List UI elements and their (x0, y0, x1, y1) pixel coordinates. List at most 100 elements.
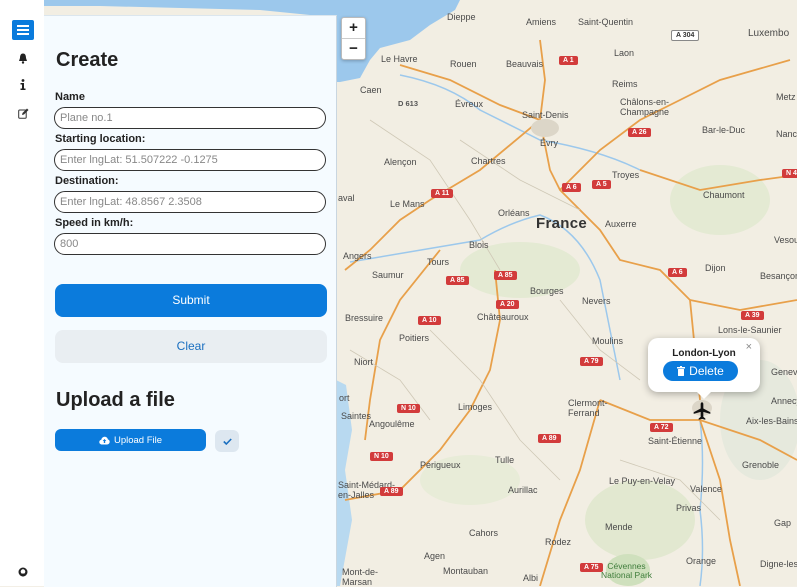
clear-button[interactable]: Clear (55, 330, 327, 363)
city-label: Saint-Quentin (578, 17, 634, 27)
city-label: Mont-de- Marsan (342, 567, 379, 587)
city-label: Rouen (450, 59, 477, 69)
upload-file-button[interactable]: Upload File (55, 429, 206, 451)
upload-file-label: Upload File (113, 434, 163, 446)
city-label: Périgueux (420, 460, 461, 470)
city-label: Angers (343, 251, 372, 261)
menu-button[interactable] (12, 20, 34, 40)
city-label: Tours (427, 257, 450, 267)
city-label: Privas (676, 503, 702, 513)
country-label: France (536, 215, 587, 232)
city-label: Dijon (705, 263, 726, 273)
road-shield: N 10 (370, 452, 393, 461)
info-button[interactable] (12, 74, 34, 94)
city-label: Bressuire (345, 313, 384, 323)
road-shield: N 10 (397, 404, 420, 413)
speed-input[interactable] (54, 233, 326, 255)
popup-title: London-Lyon (672, 348, 736, 359)
destination-label: Destination: (55, 175, 119, 187)
check-icon (222, 437, 232, 445)
speed-label: Speed in km/h: (55, 217, 134, 229)
city-label: Orléans (498, 208, 530, 218)
city-label: Besançon (760, 271, 797, 281)
city-label: Reims (612, 79, 638, 89)
zoom-in-button[interactable]: + (342, 18, 365, 38)
city-label: Clermont- Ferrand (568, 398, 608, 418)
github-button[interactable] (12, 562, 34, 582)
city-label: aval (338, 193, 355, 203)
submit-button[interactable]: Submit (55, 284, 327, 317)
city-label: Luxembo (748, 28, 790, 39)
city-label: Châteauroux (477, 312, 529, 322)
city-label: Saintes (341, 411, 372, 421)
city-label: Vesou (774, 235, 797, 245)
road-shield: A 89 (380, 487, 403, 496)
city-label: Lons-le-Saunier (718, 325, 782, 335)
zoom-out-button[interactable]: − (342, 38, 365, 59)
city-label: Amiens (526, 17, 557, 27)
road-shield: A 79 (580, 357, 603, 366)
edit-icon (17, 108, 28, 119)
road-shield: A 1 (559, 56, 578, 65)
road-shield: D 613 (398, 99, 419, 108)
edit-button[interactable] (12, 103, 34, 123)
city-label: Saumur (372, 270, 404, 280)
city-label: Évry (540, 138, 558, 148)
city-label: Albi (523, 573, 539, 583)
delete-button[interactable]: Delete (663, 361, 738, 381)
city-label: Tulle (495, 455, 515, 465)
road-shield: A 72 (650, 423, 673, 432)
city-label: Dieppe (447, 12, 476, 22)
create-panel: Create Name Starting location: Destinati… (44, 15, 337, 587)
city-label: Troyes (612, 170, 640, 180)
road-shield: A 6 (668, 268, 687, 277)
city-label: Caen (360, 85, 382, 95)
city-label: Bourges (530, 286, 564, 296)
road-shield: A 6 (562, 183, 581, 192)
city-label: Laon (614, 48, 635, 58)
road-shield: A 10 (418, 316, 441, 325)
city-label: Niort (354, 357, 374, 367)
notifications-button[interactable] (12, 48, 34, 68)
info-icon (20, 78, 26, 90)
city-label: Valence (690, 484, 722, 494)
road-shield: A 89 (538, 434, 561, 443)
road-shield: A 75 (580, 563, 603, 572)
city-label: Beauvais (506, 59, 544, 69)
starting-location-input[interactable] (54, 149, 326, 171)
city-label: Évreux (455, 99, 484, 109)
road-shield: A 26 (628, 128, 651, 137)
city-label: Montauban (443, 566, 489, 576)
city-label: Châlons-en- Champagne (620, 97, 670, 117)
city-label: Limoges (458, 402, 493, 412)
menu-icon (17, 25, 29, 35)
city-label: Le Mans (390, 199, 425, 209)
city-label: Orange (686, 556, 717, 566)
road-shield: A 304 (671, 30, 700, 41)
city-label: Mende (605, 522, 633, 532)
city-label: Genev (771, 367, 797, 377)
name-label: Name (55, 91, 85, 103)
city-label: ort (339, 393, 350, 403)
confirm-upload-button[interactable] (215, 430, 239, 452)
road-shield: A 39 (741, 311, 764, 320)
road-shield: A 20 (496, 300, 519, 309)
city-label: Chaumont (703, 190, 745, 200)
icon-sidebar (0, 0, 44, 586)
name-input[interactable] (54, 107, 326, 129)
city-label: Saint-Denis (522, 110, 569, 120)
city-label: Moulins (592, 336, 624, 346)
city-label: Aurillac (508, 485, 538, 495)
city-label: Le Puy-en-Velay (609, 476, 676, 486)
create-heading: Create (56, 49, 119, 71)
park-label: Cévennes National Park (601, 561, 653, 580)
cloud-upload-icon (99, 436, 110, 444)
destination-input[interactable] (54, 191, 326, 213)
city-label: Auxerre (605, 219, 637, 229)
city-label: Nevers (582, 296, 611, 306)
city-label: Saint-Étienne (648, 436, 703, 446)
road-shield: A 85 (446, 276, 469, 285)
zoom-control: + − (341, 17, 366, 60)
trash-icon (677, 366, 686, 376)
city-label: Agen (424, 551, 446, 561)
